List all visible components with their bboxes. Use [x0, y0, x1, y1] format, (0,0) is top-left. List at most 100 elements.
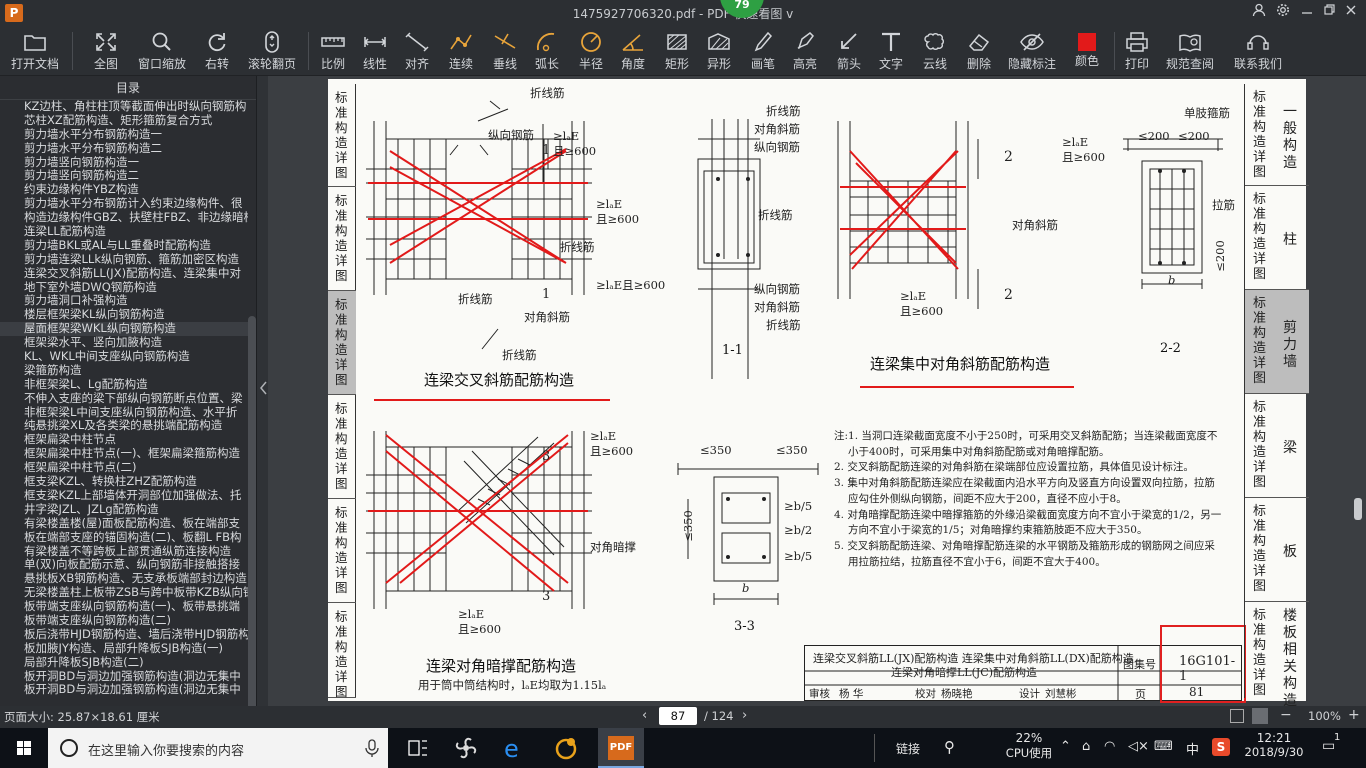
prev-page-icon[interactable]: ‹	[642, 708, 647, 723]
toc-item[interactable]: 板后浇带HJD钢筋构造、墙后浇带HJD钢筋构	[0, 628, 248, 642]
keyboard-icon[interactable]: ⌨	[1154, 739, 1173, 768]
linear-measure-button[interactable]: 线性	[358, 28, 392, 74]
toc-item[interactable]: 框架扁梁中柱节点(二)	[0, 461, 248, 475]
angle-button[interactable]: 角度	[616, 28, 650, 74]
user-icon[interactable]	[1248, 3, 1270, 23]
fan-app-icon[interactable]	[444, 728, 488, 768]
toc-item[interactable]: 框架扁梁中柱节点(一)、框架扁梁箍筋构造	[0, 447, 248, 461]
wifi-icon[interactable]: ◠	[1104, 739, 1115, 768]
toc-item[interactable]: 有梁楼盖不等跨板上部贯通纵筋连接构造	[0, 545, 248, 559]
toc-item[interactable]: 芯柱XZ配筋构造、矩形箍筋复合方式	[0, 114, 248, 128]
clock[interactable]: 12:21 2018/9/30	[1244, 731, 1304, 768]
browser-app-icon[interactable]	[544, 728, 588, 768]
page-number-input[interactable]: 87	[659, 707, 697, 725]
scroll-page-button[interactable]: 滚轮翻页	[244, 28, 300, 74]
toc-item[interactable]: 有梁楼盖楼(屋)面板配筋构造、板在端部支	[0, 517, 248, 531]
cpu-widget[interactable]: 22% CPU使用	[1004, 731, 1054, 768]
ime-indicator[interactable]: 中	[1186, 739, 1199, 768]
toc-item[interactable]: 框架扁梁中柱节点	[0, 433, 248, 447]
toc-item[interactable]: 板带端支座纵向钢筋构造(一)、板带悬挑端	[0, 600, 248, 614]
toc-item[interactable]: 剪力墙洞口补强构造	[0, 294, 248, 308]
start-button[interactable]	[2, 728, 46, 768]
toc-item[interactable]: 框架梁水平、竖向加腋构造	[0, 336, 248, 350]
document-viewport[interactable]: 标准构造详图 标准构造详图 标准构造详图 标准构造详图 标准构造详图 标准构造详…	[268, 76, 1366, 709]
people-icon[interactable]: ⚲	[944, 738, 955, 768]
toc-item[interactable]: 板开洞BD与洞边加强钢筋构造(洞边无集中	[0, 670, 248, 684]
toc-item[interactable]: 地下室外墙DWQ钢筋构造	[0, 281, 248, 295]
rotate-right-button[interactable]: 右转	[196, 28, 238, 74]
close-button[interactable]	[1340, 3, 1362, 23]
toc-scrollbar[interactable]	[248, 316, 256, 726]
sogou-ime-icon[interactable]: S	[1212, 738, 1230, 756]
delete-button[interactable]: 删除	[962, 28, 996, 74]
toc-item[interactable]: 约束边缘构件YBZ构造	[0, 183, 248, 197]
toc-item[interactable]: 剪力墙水平分布钢筋构造二	[0, 142, 248, 156]
rectangle-button[interactable]: 矩形	[660, 28, 694, 74]
toc-item[interactable]: 框支梁KZL上部墙体开洞部位加强做法、托	[0, 489, 248, 503]
tab-shear-wall[interactable]: 标准构造详图 剪力墙	[1245, 290, 1309, 394]
toc-item[interactable]: 无梁楼盖柱上板带ZSB与跨中板带KZB纵向钢	[0, 586, 248, 600]
shape-button[interactable]: 异形	[702, 28, 736, 74]
settings-icon[interactable]	[1272, 3, 1294, 23]
link-text[interactable]: 链接	[896, 740, 920, 768]
tab-slab[interactable]: 标准构造详图板	[1245, 498, 1309, 602]
ie-browser-icon[interactable]: e	[492, 728, 536, 768]
toc-item[interactable]: 连梁交叉斜筋LL(JX)配筋构造、连梁集中对	[0, 267, 248, 281]
maximize-button[interactable]	[1318, 3, 1340, 23]
fit-page-button[interactable]: 全图	[84, 28, 128, 74]
cloud-line-button[interactable]: 云线	[918, 28, 952, 74]
toc-item[interactable]: 框支梁KZL、转换柱ZHZ配筋构造	[0, 475, 248, 489]
continuous-view-icon[interactable]	[1252, 708, 1268, 724]
next-page-icon[interactable]: ›	[742, 708, 747, 723]
toc-item[interactable]: 局部升降板SJB构造(二)	[0, 656, 248, 670]
microphone-icon[interactable]	[364, 738, 380, 758]
continuous-measure-button[interactable]: 连续	[444, 28, 478, 74]
toc-item[interactable]: 剪力墙水平分布钢筋构造一	[0, 128, 248, 142]
scale-button[interactable]: 比例	[316, 28, 350, 74]
toc-item[interactable]: 板在端部支座的锚固构造(二)、板翻L FB构	[0, 531, 248, 545]
highlight-button[interactable]: 高亮	[788, 28, 822, 74]
volume-muted-icon[interactable]: ◁×	[1128, 739, 1149, 768]
toc-item[interactable]: 梁箍筋构造	[0, 364, 248, 378]
pdf-viewer-taskbar-icon[interactable]: PDF	[598, 728, 644, 768]
document-scrollbar[interactable]	[1354, 498, 1362, 520]
toc-item[interactable]: 纯悬挑梁XL及各类梁的悬挑端配筋构造	[0, 419, 248, 433]
zoom-level[interactable]: 100%	[1308, 709, 1341, 723]
toc-item[interactable]: 井字梁JZL、JZLg配筋构造	[0, 503, 248, 517]
single-page-view-icon[interactable]	[1230, 709, 1244, 723]
arc-length-button[interactable]: 弧长	[530, 28, 564, 74]
contact-us-button[interactable]: 联系我们	[1230, 28, 1286, 74]
taskbar-search[interactable]: 在这里输入你要搜索的内容	[48, 728, 388, 768]
toc-item[interactable]: 连梁LL配筋构造	[0, 225, 248, 239]
color-button[interactable]: 颜色	[1070, 28, 1104, 74]
toc-item[interactable]: KZ边柱、角柱柱顶等截面伸出时纵向钢筋构	[0, 100, 248, 114]
toc-item[interactable]: 剪力墙水平分布钢筋计入约束边缘构件、很	[0, 197, 248, 211]
toc-item[interactable]: 剪力墙BKL或AL与LL重叠时配筋构造	[0, 239, 248, 253]
task-view-icon[interactable]	[396, 728, 440, 768]
perpendicular-button[interactable]: 垂线	[488, 28, 522, 74]
collapse-sidebar-icon[interactable]	[258, 378, 268, 398]
toc-item[interactable]: 屋面框架梁WKL纵向钢筋构造	[0, 322, 248, 337]
minimize-button[interactable]	[1296, 3, 1318, 23]
zoom-in-icon[interactable]: +	[1348, 707, 1360, 723]
network-icon[interactable]: ⌂	[1082, 739, 1090, 768]
toc-item[interactable]: 不伸入支座的梁下部纵向钢筋断点位置、梁	[0, 392, 248, 406]
text-button[interactable]: 文字	[874, 28, 908, 74]
pen-button[interactable]: 画笔	[746, 28, 780, 74]
aligned-measure-button[interactable]: 对齐	[400, 28, 434, 74]
spec-lookup-button[interactable]: 规范查阅	[1162, 28, 1218, 74]
arrow-button[interactable]: 箭头	[832, 28, 866, 74]
toc-item[interactable]: 非框架梁L中间支座纵向钢筋构造、水平折	[0, 406, 248, 420]
tab-column[interactable]: 标准构造详图柱	[1245, 186, 1309, 290]
toc-item[interactable]: 非框架梁L、Lg配筋构造	[0, 378, 248, 392]
hide-marks-button[interactable]: 隐藏标注	[1006, 28, 1058, 74]
toc-item[interactable]: KL、WKL中间支座纵向钢筋构造	[0, 350, 248, 364]
toc-item[interactable]: 剪力墙竖向钢筋构造二	[0, 169, 248, 183]
toc-item[interactable]: 楼层框架梁KL纵向钢筋构造	[0, 308, 248, 322]
window-zoom-button[interactable]: 窗口缩放	[134, 28, 190, 74]
toc-item[interactable]: 板开洞BD与洞边加强钢筋构造(洞边无集中	[0, 683, 248, 697]
tray-expand-icon[interactable]: ⌃	[1060, 739, 1071, 768]
toc-item[interactable]: 剪力墙连梁LLk纵向钢筋、箍筋加密区构造	[0, 253, 248, 267]
print-button[interactable]: 打印	[1120, 28, 1154, 74]
tab-general[interactable]: 标准构造详图 一般构造	[1245, 84, 1309, 186]
